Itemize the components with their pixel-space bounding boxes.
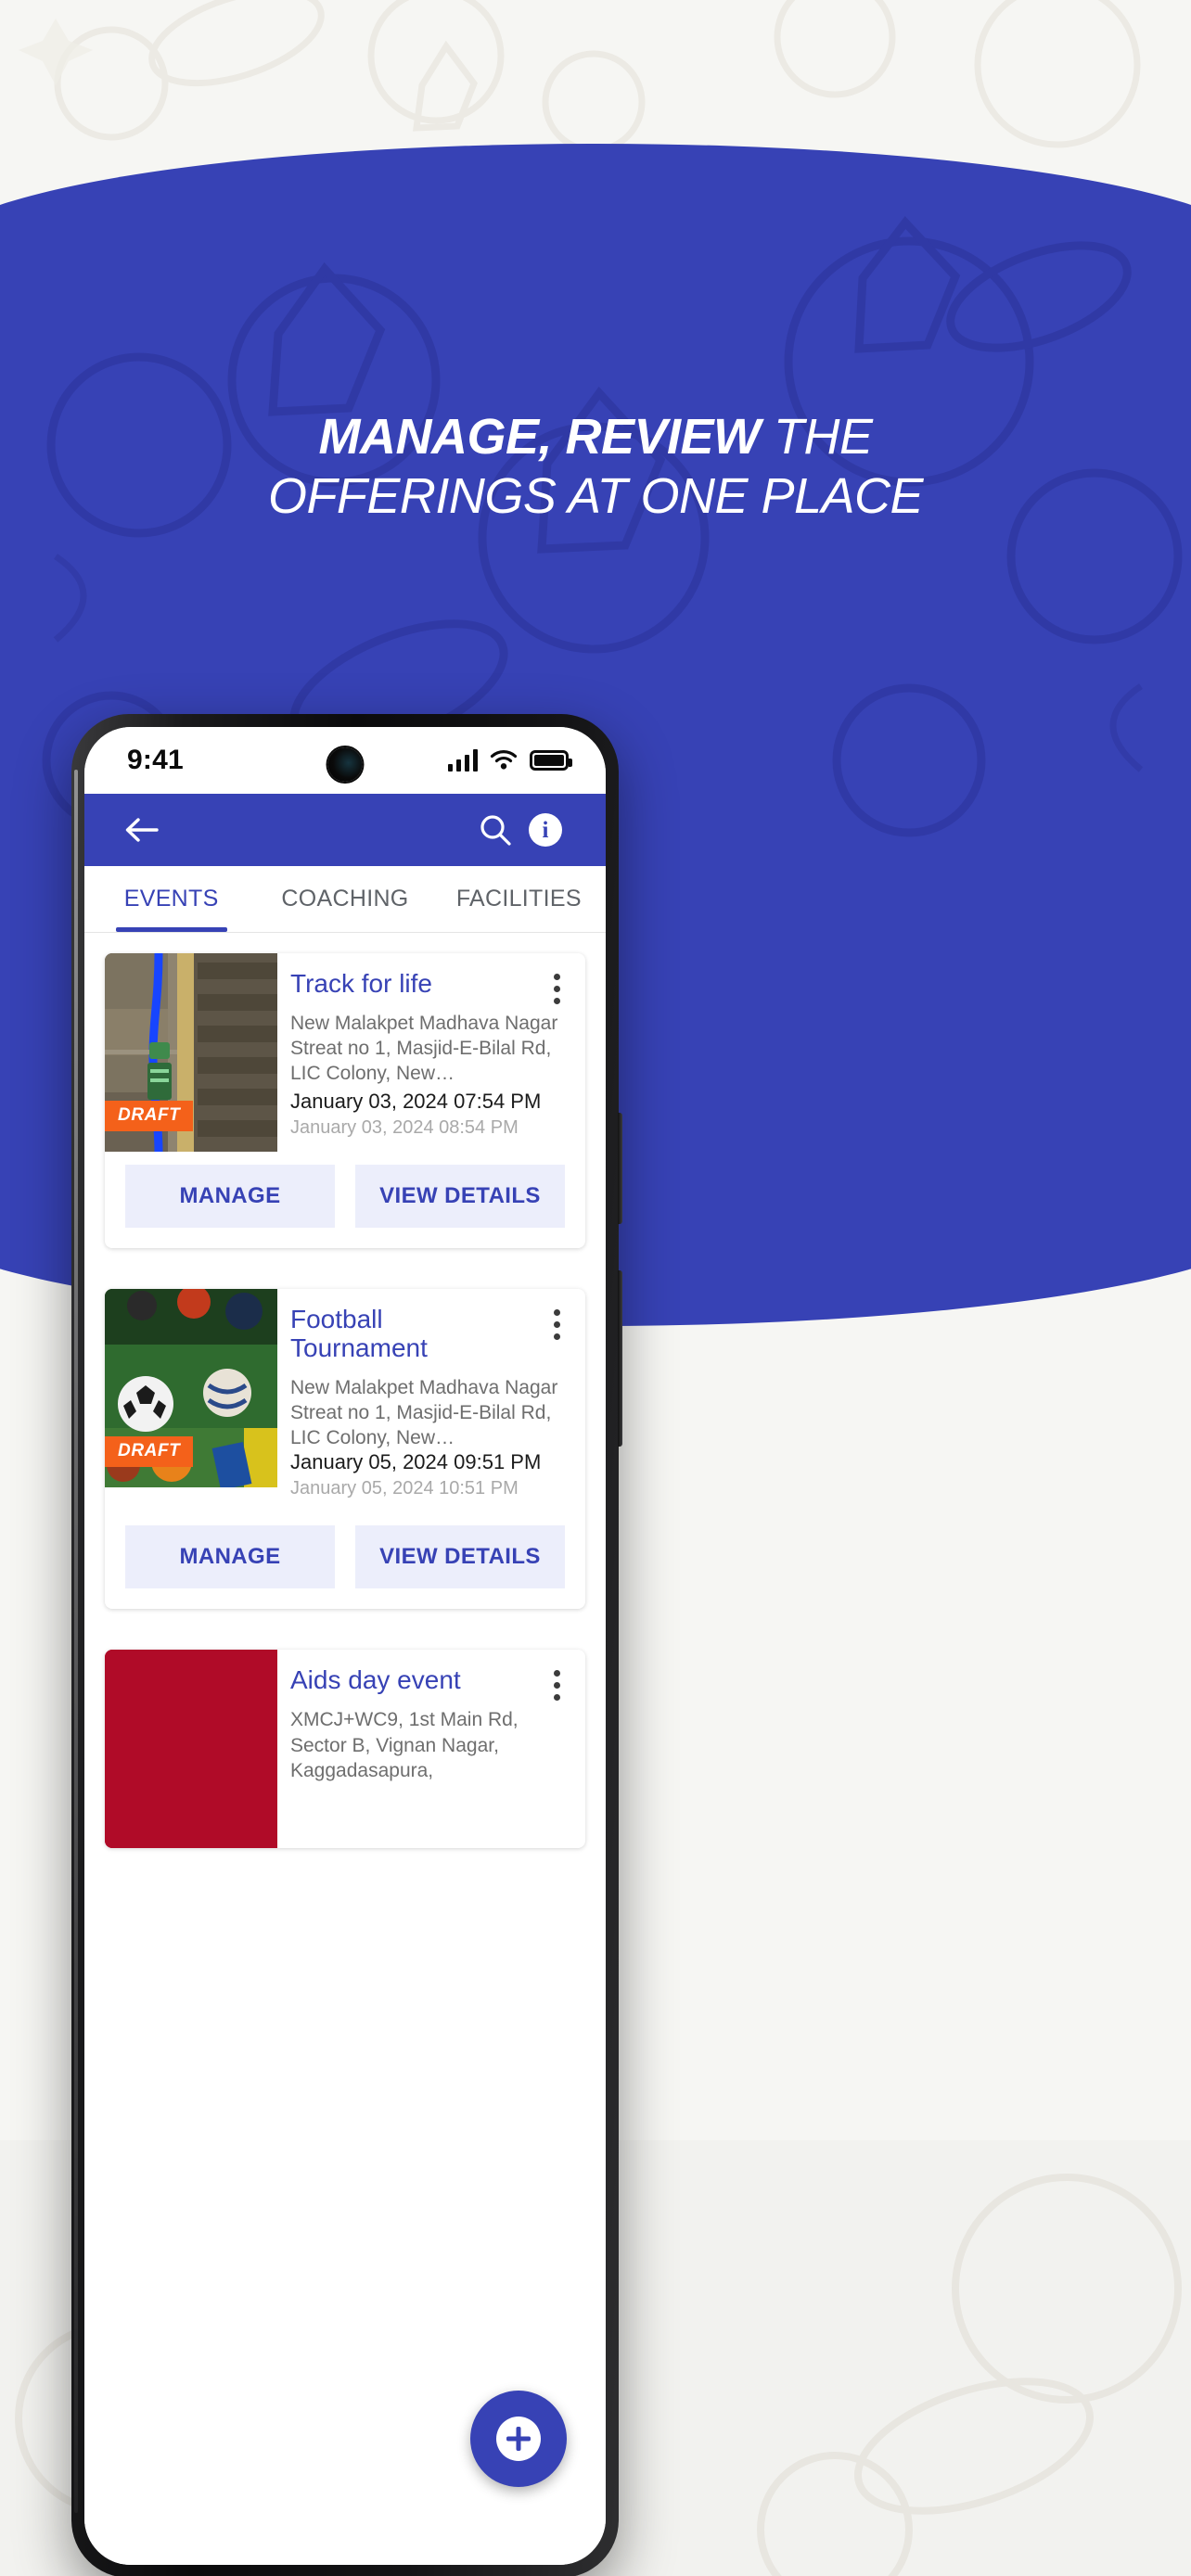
add-event-fab[interactable] (470, 2391, 567, 2487)
manage-button[interactable]: MANAGE (125, 1525, 335, 1589)
kebab-menu-icon[interactable] (541, 968, 572, 1009)
event-card[interactable]: DRAFT Football Tournament New Malakpet M… (105, 1289, 585, 1610)
phone-screen: 9:41 i EVENTS COACHING FACILITIES DRAFT … (84, 727, 606, 2565)
phone-frame: 9:41 i EVENTS COACHING FACILITIES DRAFT … (71, 714, 622, 2576)
phone-mockup: 9:41 i EVENTS COACHING FACILITIES DRAFT … (71, 714, 1120, 2576)
info-button[interactable]: i (520, 805, 570, 855)
event-thumbnail[interactable]: DRAFT (105, 953, 277, 1152)
event-list[interactable]: DRAFT Track for life New Malakpet Madhav… (84, 933, 606, 2565)
event-end-date: January 03, 2024 08:54 PM (290, 1117, 519, 1138)
tab-facilities[interactable]: FACILITIES (432, 866, 606, 932)
search-button[interactable] (470, 805, 520, 855)
event-card[interactable]: Aids day event XMCJ+WC9, 1st Main Rd, Se… (105, 1650, 585, 1849)
event-address: New Malakpet Madhava Nagar Streat no 1, … (290, 1376, 558, 1449)
event-end-date: January 05, 2024 10:51 PM (290, 1478, 519, 1499)
event-title[interactable]: Track for life (290, 969, 570, 999)
power-button[interactable] (618, 1113, 622, 1224)
status-time: 9:41 (127, 745, 184, 775)
event-title[interactable]: Football Tournament (290, 1305, 570, 1363)
app-bar: i (84, 794, 606, 866)
manage-button[interactable]: MANAGE (125, 1165, 335, 1228)
headline-strong: MANAGE, REVIEW (318, 409, 761, 465)
red-placeholder-thumbnail (105, 1650, 277, 1849)
event-dates: January 03, 2024 07:54 PM January 03, 20… (290, 1090, 570, 1139)
search-icon (480, 815, 511, 846)
tab-coaching[interactable]: COACHING (258, 866, 431, 932)
headline-line2: OFFERINGS AT ONE PLACE (267, 467, 924, 524)
view-details-button[interactable]: VIEW DETAILS (355, 1165, 565, 1228)
card-actions: MANAGE VIEW DETAILS (105, 1512, 585, 1609)
event-thumbnail[interactable]: DRAFT (105, 1289, 277, 1487)
battery-full-icon (530, 750, 572, 771)
cellular-bars-icon (447, 749, 478, 772)
event-card[interactable]: DRAFT Track for life New Malakpet Madhav… (105, 953, 585, 1248)
event-start-date: January 05, 2024 09:51 PM (290, 1450, 542, 1474)
back-arrow-icon (125, 818, 159, 842)
event-start-date: January 03, 2024 07:54 PM (290, 1090, 542, 1113)
kebab-menu-icon[interactable] (541, 1304, 572, 1345)
event-address: XMCJ+WC9, 1st Main Rd, Sector B, Vignan … (290, 1709, 519, 1781)
event-dates: January 05, 2024 09:51 PM January 05, 20… (290, 1450, 570, 1499)
view-details-button[interactable]: VIEW DETAILS (355, 1525, 565, 1589)
page-title: MANAGE, REVIEW THE OFFERINGS AT ONE PLAC… (0, 408, 1191, 526)
event-thumbnail[interactable] (105, 1650, 277, 1849)
front-camera-icon (327, 747, 363, 782)
card-actions: MANAGE VIEW DETAILS (105, 1152, 585, 1248)
plus-icon (496, 2417, 541, 2461)
kebab-menu-icon[interactable] (541, 1664, 572, 1705)
status-badge: DRAFT (105, 1101, 194, 1131)
tab-events-label: EVENTS (123, 886, 219, 912)
status-badge: DRAFT (105, 1436, 194, 1467)
tab-bar: EVENTS COACHING FACILITIES (84, 866, 606, 933)
tab-coaching-label: COACHING (281, 886, 409, 912)
volume-button[interactable] (618, 1270, 622, 1447)
event-address: New Malakpet Madhava Nagar Streat no 1, … (290, 1012, 558, 1085)
phone-edge-highlight (74, 770, 78, 2513)
info-icon: i (529, 813, 562, 847)
tab-facilities-label: FACILITIES (455, 886, 582, 912)
wifi-icon (490, 750, 518, 770)
back-button[interactable] (116, 805, 166, 855)
headline-light: THE (760, 409, 873, 465)
event-title[interactable]: Aids day event (290, 1666, 570, 1695)
tab-events[interactable]: EVENTS (84, 866, 258, 932)
status-bar: 9:41 (84, 727, 606, 794)
